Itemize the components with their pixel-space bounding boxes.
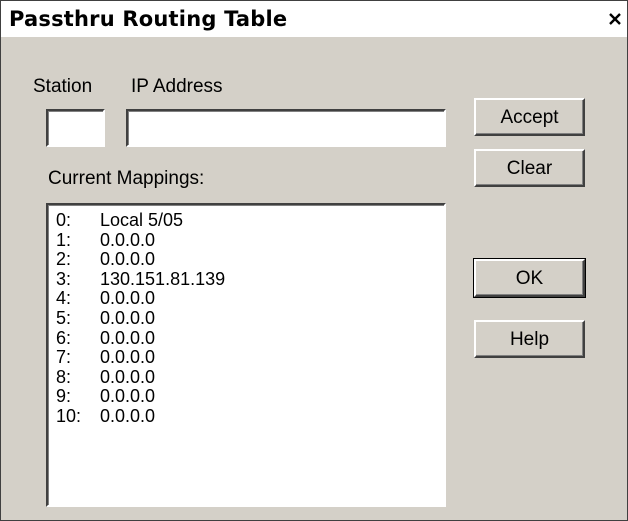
mapping-index: 1: (56, 229, 72, 250)
mapping-index: 10: (56, 405, 82, 426)
current-mappings-label: Current Mappings: (48, 168, 205, 189)
list-item[interactable]: 1: 0.0.0.0 (52, 229, 444, 251)
station-label: Station (33, 76, 93, 97)
mapping-address: 0.0.0.0 (100, 229, 156, 250)
list-item[interactable]: 7: 0.0.0.0 (52, 348, 444, 368)
passthru-routing-dialog: Passthru Routing Table Station IP Addres… (0, 0, 628, 521)
mapping-address: 0.0.0.0 (100, 405, 156, 426)
mapping-index: 4: (56, 288, 72, 309)
mapping-address: 0.0.0.0 (100, 307, 156, 328)
list-item[interactable]: 8: 0.0.0.0 (52, 366, 444, 388)
mapping-address: 0.0.0.0 (100, 386, 156, 407)
close-button[interactable] (607, 11, 623, 27)
list-item[interactable]: 2: 0.0.0.0 (52, 250, 444, 270)
mapping-index: 7: (56, 347, 72, 368)
mapping-index: 3: (56, 268, 72, 289)
list-item[interactable]: 9: 0.0.0.0 (52, 387, 444, 407)
ip-address-input[interactable] (126, 109, 446, 147)
mapping-index: 9: (56, 386, 72, 407)
clear-button[interactable]: Clear (474, 149, 585, 187)
mapping-index: 2: (56, 249, 72, 270)
mapping-address: 0.0.0.0 (100, 249, 156, 270)
help-button[interactable]: Help (474, 320, 585, 358)
mapping-address: 0.0.0.0 (100, 347, 156, 368)
accept-button[interactable]: Accept (474, 98, 585, 136)
list-item[interactable]: 10: 0.0.0.0 (52, 405, 444, 427)
title-bar[interactable]: Passthru Routing Table (1, 1, 627, 37)
ip-address-label: IP Address (131, 76, 223, 97)
list-item[interactable]: 6: 0.0.0.0 (52, 327, 444, 349)
list-item[interactable]: 3: 130.151.81.139 (52, 268, 444, 290)
ok-button[interactable]: OK (473, 258, 586, 298)
close-icon (609, 13, 621, 25)
mapping-address: 0.0.0.0 (100, 366, 156, 387)
station-input[interactable] (46, 109, 105, 147)
mapping-address: 130.151.81.139 (100, 268, 226, 289)
list-item[interactable]: 5: 0.0.0.0 (52, 307, 444, 329)
window-title: Passthru Routing Table (9, 7, 288, 31)
mapping-index: 5: (56, 307, 72, 328)
mapping-index: 8: (56, 366, 72, 387)
list-item[interactable]: 0: Local 5/05 (52, 210, 444, 231)
mapping-address: 0.0.0.0 (100, 288, 156, 309)
mapping-index: 6: (56, 327, 72, 348)
mapping-index: 0: (56, 210, 72, 230)
mappings-list[interactable]: 0: Local 5/05 1: 0.0.0.0 2: 0.0.0.0 3: 130.151.… (46, 203, 446, 507)
mapping-address: 0.0.0.0 (100, 327, 156, 348)
list-item[interactable]: 4: 0.0.0.0 (52, 289, 444, 309)
mapping-address: Local 5/05 (100, 210, 184, 230)
